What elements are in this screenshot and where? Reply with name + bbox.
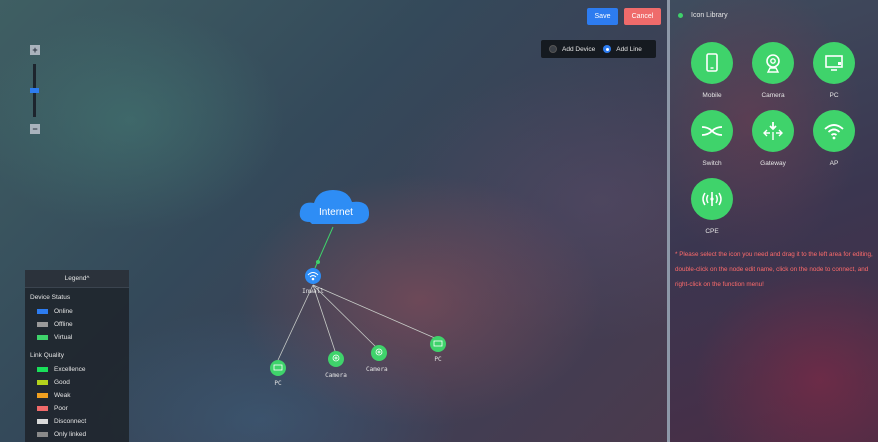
- library-label-mobile: Mobile: [702, 92, 722, 99]
- legend-swatch: [37, 322, 48, 327]
- node-label-camera-2: Camera: [366, 366, 388, 373]
- link-quality-legend-item: Only linked: [30, 428, 129, 441]
- add-device-label: Add Device: [562, 45, 596, 53]
- switch-icon: [701, 126, 723, 136]
- legend-panel: Legend^ Device Status Online Offline Virtu…: [25, 270, 129, 442]
- library-label-switch: Switch: [702, 160, 722, 167]
- mode-selector: Add Device Add Line: [541, 40, 656, 58]
- gateway-icon: [763, 122, 783, 140]
- device-status-legend-item: Offline: [30, 318, 129, 331]
- mobile-icon: [706, 53, 718, 72]
- legend-swatch: [37, 406, 48, 411]
- link-quality-title: Link Quality: [30, 352, 64, 359]
- cancel-button[interactable]: Cancel: [624, 8, 661, 25]
- legend-swatch: [37, 309, 48, 314]
- node-pc-2[interactable]: PC: [430, 336, 446, 363]
- cloud-label: Internet: [319, 207, 353, 218]
- add-line-radio[interactable]: Add Line: [603, 45, 642, 53]
- legend-label: Only linked: [54, 431, 87, 438]
- add-device-radio[interactable]: Add Device: [549, 45, 595, 53]
- library-item-gateway[interactable]: Gateway: [748, 110, 798, 167]
- device-status-list: Online Offline Virtual: [30, 305, 129, 344]
- link-inwall-pc2[interactable]: [312, 284, 438, 340]
- add-line-label: Add Line: [616, 45, 642, 53]
- link-midpoint-dot: [316, 260, 320, 264]
- library-item-pc[interactable]: PC: [809, 42, 859, 99]
- link-quality-legend-item: Weak: [30, 389, 129, 402]
- legend-label: Good: [54, 379, 70, 386]
- link-quality-legend-item: Good: [30, 376, 129, 389]
- legend-swatch: [37, 393, 48, 398]
- ap-icon: [824, 124, 844, 140]
- library-item-switch[interactable]: Switch: [687, 110, 737, 167]
- radio-checked-icon: [603, 45, 612, 53]
- link-inwall-camera1[interactable]: [312, 284, 337, 355]
- library-label-gateway: Gateway: [760, 160, 786, 167]
- icon-library-header: Icon Library: [678, 12, 728, 19]
- legend-label: Poor: [54, 405, 68, 412]
- zoom-in-button[interactable]: +: [30, 45, 40, 55]
- link-quality-legend-item: Poor: [30, 402, 129, 415]
- radio-unchecked-icon: [549, 45, 557, 53]
- device-status-legend-item: Virtual: [30, 331, 129, 344]
- library-item-cpe[interactable]: CPE: [687, 178, 737, 235]
- legend-swatch: [37, 367, 48, 372]
- legend-swatch: [37, 380, 48, 385]
- camera-icon: [766, 54, 780, 73]
- zoom-out-button[interactable]: −: [30, 124, 40, 134]
- link-quality-list: Excellence Good Weak Poor Disconnect Only lin…: [30, 363, 129, 441]
- save-button[interactable]: Save: [587, 8, 618, 25]
- zoom-slider-handle[interactable]: [30, 88, 39, 93]
- library-label-ap: AP: [829, 160, 839, 167]
- node-label-pc-2: PC: [434, 356, 442, 363]
- legend-label: Weak: [54, 392, 71, 399]
- node-camera-2[interactable]: Camera: [366, 345, 388, 373]
- library-label-cpe: CPE: [705, 228, 719, 235]
- legend-swatch: [37, 419, 48, 424]
- link-inwall-pc1[interactable]: [277, 284, 314, 361]
- node-label-inwall: Inwall: [302, 288, 324, 295]
- cpe-icon: [702, 192, 722, 206]
- node-label-camera-1: Camera: [325, 372, 347, 379]
- legend-label: Online: [54, 308, 73, 315]
- device-status-legend-item: Online: [30, 305, 129, 318]
- legend-toggle[interactable]: Legend^: [25, 270, 129, 288]
- legend-label: Disconnect: [54, 418, 87, 425]
- library-item-mobile[interactable]: Mobile: [687, 42, 737, 99]
- legend-label: Excellence: [54, 366, 86, 373]
- legend-label: Offline: [54, 321, 73, 328]
- node-pc-1[interactable]: PC: [270, 360, 286, 387]
- device-status-title: Device Status: [30, 294, 71, 301]
- node-label-pc-1: PC: [274, 380, 282, 387]
- usage-hint: * Please select the icon you need and dr…: [675, 251, 873, 288]
- internet-cloud[interactable]: Internet: [299, 190, 370, 224]
- node-camera-1[interactable]: Camera: [325, 351, 347, 379]
- legend-swatch: [37, 335, 48, 340]
- status-dot-icon: [678, 13, 683, 18]
- node-inwall[interactable]: Inwall: [302, 268, 324, 295]
- library-item-camera[interactable]: Camera: [748, 42, 798, 99]
- link-quality-legend-item: Disconnect: [30, 415, 129, 428]
- library-item-ap[interactable]: AP: [809, 110, 859, 167]
- link-quality-legend-item: Excellence: [30, 363, 129, 376]
- legend-swatch: [37, 432, 48, 437]
- library-label-camera: Camera: [761, 92, 785, 99]
- legend-label: Virtual: [54, 334, 73, 341]
- icon-library-title: Icon Library: [691, 12, 728, 19]
- library-label-pc: PC: [829, 92, 839, 99]
- pc-icon: [825, 55, 843, 71]
